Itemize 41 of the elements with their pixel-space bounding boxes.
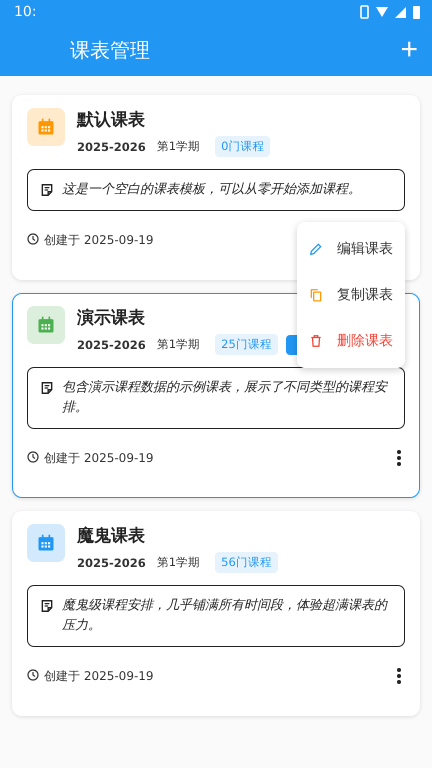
- clock-icon: [27, 668, 39, 680]
- description-text: 包含演示课程数据的示例课表，展示了不同类型的课程安排。: [62, 379, 389, 417]
- clock-icon: [27, 232, 39, 244]
- course-count: 56门课程: [215, 552, 278, 573]
- description-text: 这是一个空白的课表模板，可以从零开始添加课程。: [62, 181, 361, 199]
- school-year: 2025-2026: [77, 140, 146, 154]
- wifi-icon: [376, 7, 388, 17]
- clock-icon: [27, 450, 39, 462]
- course-count: 25门课程: [215, 334, 278, 355]
- term-label: 第1学期: [156, 139, 200, 154]
- note-icon: [40, 381, 54, 395]
- created-date: 创建于 2025-09-19: [27, 450, 154, 466]
- pencil-icon: [309, 241, 323, 257]
- school-year: 2025-2026: [77, 338, 146, 352]
- calendar-icon: [36, 117, 56, 137]
- signal-icon: [395, 6, 406, 18]
- vibrate-icon: [360, 5, 369, 19]
- schedule-name: 默认课表: [77, 109, 146, 131]
- school-year: 2025-2026: [77, 556, 146, 570]
- status-time: 10:: [14, 4, 37, 20]
- note-icon: [40, 599, 54, 613]
- trash-icon: [309, 333, 323, 349]
- note-icon: [40, 183, 54, 197]
- created-date: 创建于 2025-09-19: [27, 668, 154, 684]
- menu-item[interactable]: 编辑课表: [297, 226, 405, 272]
- schedule-name: 演示课表: [77, 307, 146, 329]
- term-label: 第1学期: [156, 555, 200, 570]
- description-text: 魔鬼级课程安排，几乎铺满所有时间段，体验超满课表的压力。: [62, 597, 389, 635]
- term-label: 第1学期: [156, 337, 200, 352]
- kebab-icon: [397, 450, 401, 466]
- app-title: 课表管理: [70, 36, 150, 64]
- copy-icon: [309, 287, 323, 303]
- calendar-icon: [36, 315, 56, 335]
- kebab-icon: [397, 668, 401, 684]
- schedule-name: 魔鬼课表: [77, 525, 146, 547]
- schedule-card[interactable]: 魔鬼课表 2025-2026 第1学期 56门课程 魔鬼级课程安排，几乎铺满所有时间段，体验超满课表的压力。 创建于 2025-09-19: [12, 511, 420, 716]
- menu-item[interactable]: 删除课表: [297, 318, 405, 364]
- course-count: 0门课程: [215, 136, 270, 157]
- created-date: 创建于 2025-09-19: [27, 232, 154, 248]
- battery-icon: [413, 6, 420, 18]
- calendar-icon: [36, 533, 56, 553]
